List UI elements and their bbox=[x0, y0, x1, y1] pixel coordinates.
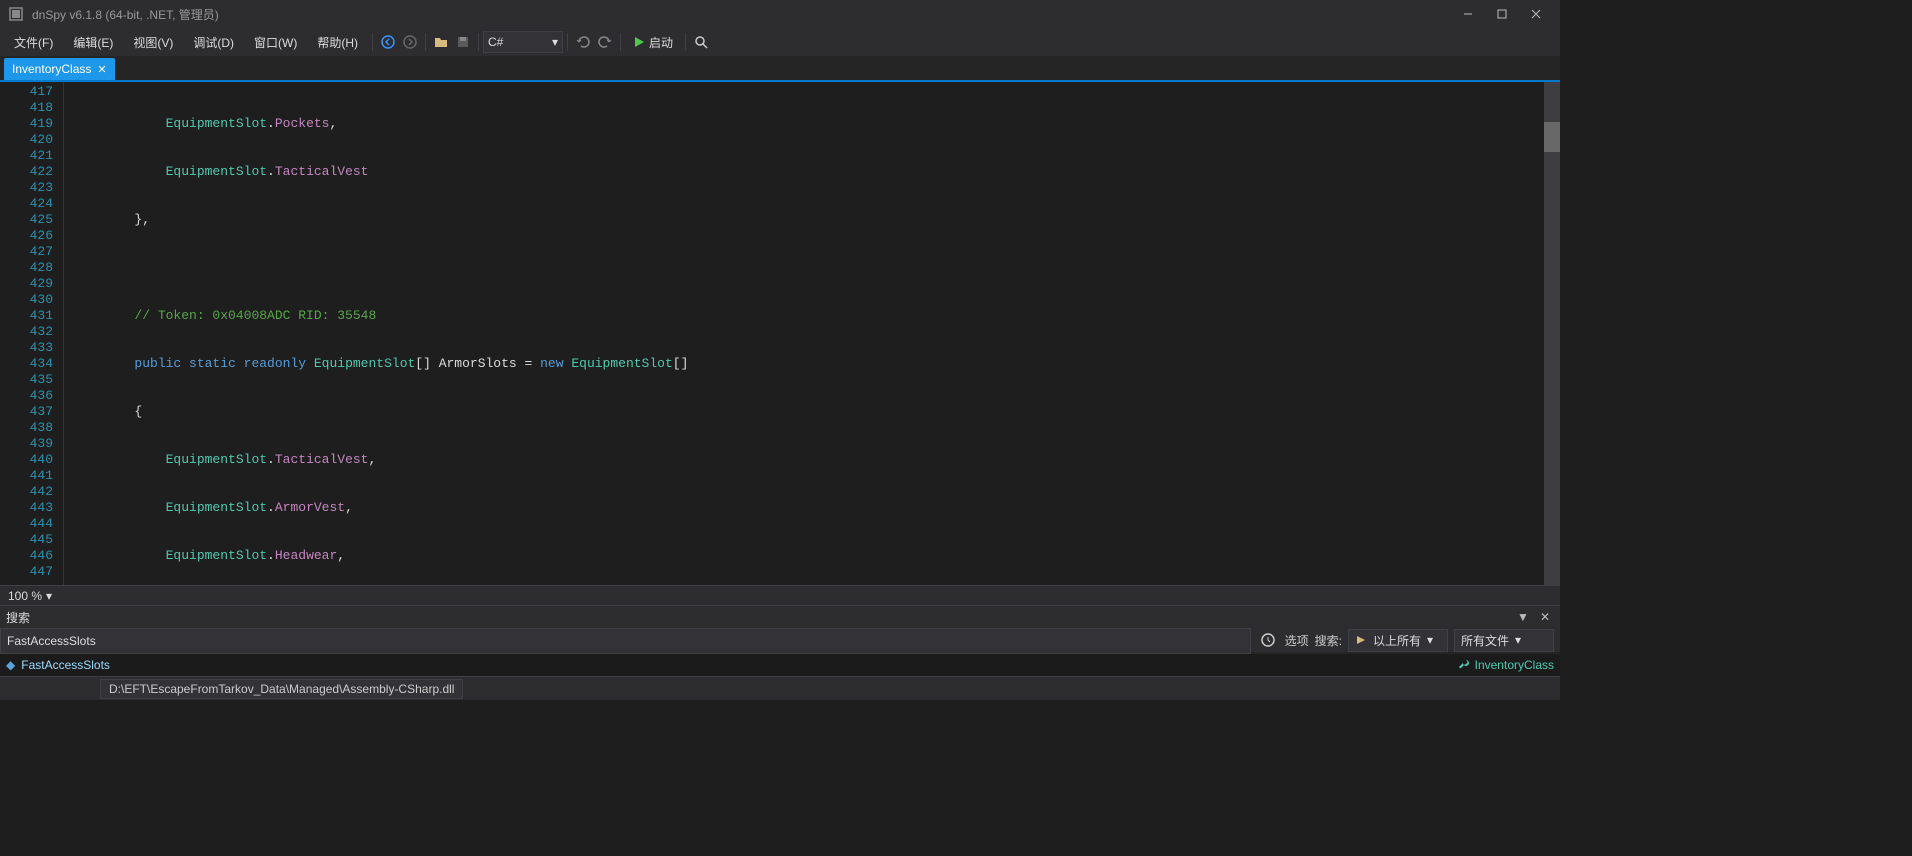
menubar: 文件(F) 编辑(E) 视图(V) 调试(D) 窗口(W) 帮助(H) C# ▾… bbox=[0, 28, 1560, 56]
options-label: 选项 bbox=[1285, 632, 1309, 649]
redo-button[interactable] bbox=[594, 31, 616, 53]
close-button[interactable] bbox=[1520, 2, 1552, 26]
field-icon: ◆ bbox=[6, 658, 15, 672]
code-editor[interactable]: 4174184194204214224234244254264274284294… bbox=[0, 82, 1560, 585]
nav-forward-button[interactable] bbox=[399, 31, 421, 53]
open-button[interactable] bbox=[430, 31, 452, 53]
code-content[interactable]: EquipmentSlot.Pockets, EquipmentSlot.Tac… bbox=[64, 82, 1544, 585]
search-result-row[interactable]: ◆ FastAccessSlots InventoryClass bbox=[0, 654, 1560, 676]
menu-file[interactable]: 文件(F) bbox=[4, 30, 63, 55]
panel-dropdown-icon[interactable]: ▼ bbox=[1514, 610, 1532, 624]
vertical-scrollbar[interactable] bbox=[1544, 82, 1560, 585]
nav-back-button[interactable] bbox=[377, 31, 399, 53]
menu-view[interactable]: 视图(V) bbox=[123, 30, 183, 55]
result-name: FastAccessSlots bbox=[21, 658, 110, 672]
maximize-button[interactable] bbox=[1486, 2, 1518, 26]
search-location-combo[interactable]: 所有文件 ▾ bbox=[1454, 629, 1554, 652]
document-tab-label: InventoryClass bbox=[12, 62, 91, 76]
zoom-level[interactable]: 100 % bbox=[8, 589, 42, 603]
tab-close-button[interactable]: ✕ bbox=[97, 63, 106, 76]
result-class: InventoryClass bbox=[1475, 658, 1554, 672]
menu-window[interactable]: 窗口(W) bbox=[244, 30, 307, 55]
chevron-down-icon: ▾ bbox=[1515, 633, 1521, 647]
undo-button[interactable] bbox=[572, 31, 594, 53]
start-debug-button[interactable]: 启动 bbox=[625, 31, 681, 53]
status-bar: D:\EFT\EscapeFromTarkov_Data\Managed\Ass… bbox=[0, 676, 1560, 700]
menu-edit[interactable]: 编辑(E) bbox=[63, 30, 123, 55]
search-scope-combo[interactable]: 以上所有 ▾ bbox=[1348, 629, 1448, 652]
search-input-value: FastAccessSlots bbox=[1, 634, 1250, 648]
search-panel-header: 搜索 ▼ ✕ bbox=[0, 606, 1560, 628]
search-panel: 搜索 ▼ ✕ FastAccessSlots 选项 搜索: 以上所有 ▾ 所有文… bbox=[0, 605, 1560, 676]
menu-help[interactable]: 帮助(H) bbox=[307, 30, 368, 55]
window-title: dnSpy v6.1.8 (64-bit, .NET, 管理员) bbox=[32, 6, 219, 23]
toolbar-search-button[interactable] bbox=[690, 31, 712, 53]
minimize-button[interactable] bbox=[1452, 2, 1484, 26]
chevron-down-icon: ▾ bbox=[552, 35, 558, 49]
language-select-value: C# bbox=[488, 35, 503, 49]
wrench-icon bbox=[1457, 658, 1471, 672]
line-number-gutter: 4174184194204214224234244254264274284294… bbox=[0, 82, 64, 585]
panel-close-button[interactable]: ✕ bbox=[1536, 610, 1554, 624]
language-select[interactable]: C# ▾ bbox=[483, 31, 563, 53]
zoom-dropdown-icon[interactable]: ▾ bbox=[46, 589, 52, 603]
menu-debug[interactable]: 调试(D) bbox=[183, 30, 244, 55]
search-input[interactable]: FastAccessSlots bbox=[0, 628, 1251, 654]
search-panel-title: 搜索 bbox=[6, 609, 30, 626]
chevron-down-icon: ▾ bbox=[1427, 633, 1433, 647]
titlebar: dnSpy v6.1.8 (64-bit, .NET, 管理员) bbox=[0, 0, 1560, 28]
document-tab-bar: InventoryClass ✕ bbox=[0, 56, 1560, 82]
search-options-button[interactable] bbox=[1257, 629, 1279, 651]
save-button[interactable] bbox=[452, 31, 474, 53]
document-tab-active[interactable]: InventoryClass ✕ bbox=[4, 58, 115, 80]
editor-footer: 100 % ▾ bbox=[0, 585, 1560, 605]
start-label: 启动 bbox=[649, 34, 673, 51]
search-label: 搜索: bbox=[1315, 632, 1342, 649]
status-path: D:\EFT\EscapeFromTarkov_Data\Managed\Ass… bbox=[100, 679, 463, 699]
app-icon bbox=[8, 6, 24, 22]
